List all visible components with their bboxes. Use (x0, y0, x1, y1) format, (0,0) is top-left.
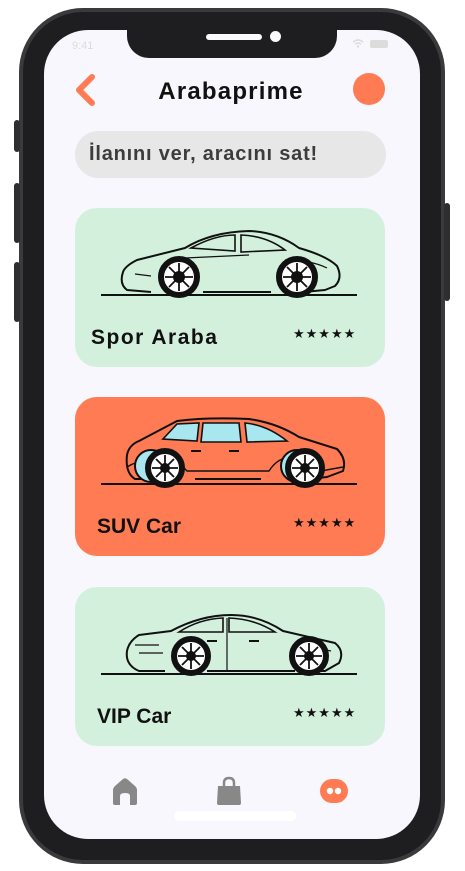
star-rating: ★★★★★ (293, 326, 357, 341)
home-indicator[interactable] (174, 811, 296, 821)
volume-up-button (14, 183, 20, 243)
battery-icon (370, 39, 388, 48)
chevron-left-icon (76, 74, 95, 106)
suv-car-icon (101, 417, 357, 488)
nav-home[interactable] (108, 774, 142, 808)
car-card-title: SUV Car (97, 515, 182, 538)
car-card-title: VIP Car (97, 705, 172, 728)
wifi-icon (352, 39, 364, 48)
nav-messages[interactable] (317, 774, 351, 808)
speaker (206, 34, 262, 40)
status-time: 9:41 (72, 40, 94, 52)
car-card-suv[interactable]: SUV Car ★★★★★ (75, 397, 385, 556)
sedan-car-icon (101, 614, 357, 676)
power-button (444, 203, 450, 301)
car-card-sport[interactable]: Spor Araba ★★★★★ (75, 208, 385, 367)
chat-bubble-icon (320, 779, 348, 803)
profile-button[interactable] (353, 73, 385, 105)
sports-car-icon (101, 230, 357, 298)
home-icon (113, 778, 137, 805)
car-card-vip[interactable]: VIP Car ★★★★★ (75, 587, 385, 746)
camera (270, 31, 281, 42)
status-icons (352, 39, 388, 48)
star-rating: ★★★★★ (293, 705, 357, 720)
volume-down-button (14, 262, 20, 322)
car-card-title: Spor Araba (91, 326, 219, 349)
mute-switch (14, 120, 20, 152)
page-title: Arabaprime (158, 78, 304, 105)
shopping-bag-icon (217, 776, 241, 805)
nav-shop[interactable] (212, 774, 246, 808)
star-rating: ★★★★★ (293, 515, 357, 530)
search-input[interactable]: İlanını ver, aracını sat! (75, 131, 386, 178)
back-button[interactable] (70, 72, 100, 108)
notch (127, 22, 337, 58)
